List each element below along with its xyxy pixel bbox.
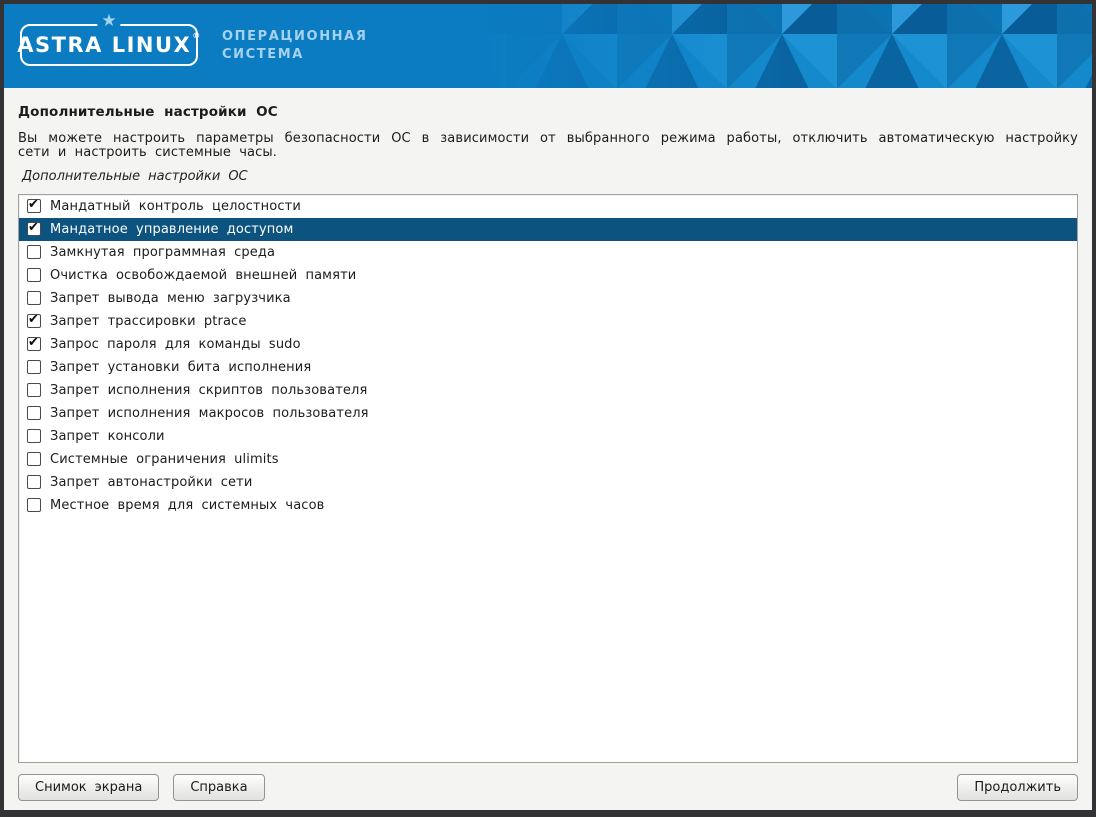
page-description: Вы можете настроить параметры безопаснос… (18, 132, 1078, 161)
option-checkbox[interactable] (27, 452, 41, 466)
option-label: Замкнутая программная среда (50, 245, 275, 260)
option-label: Запрос пароля для команды sudo (50, 337, 301, 352)
option-row[interactable]: Запрет вывода меню загрузчика (19, 287, 1077, 310)
header-banner: ★ ASTRA LINUX® ОПЕРАЦИОННАЯ СИСТЕМА (4, 4, 1092, 88)
options-group-label: Дополнительные настройки ОС (22, 169, 1078, 184)
screenshot-button[interactable]: Снимок экрана (18, 774, 159, 801)
option-checkbox[interactable] (27, 383, 41, 397)
option-row[interactable]: Местное время для системных часов (19, 494, 1077, 517)
option-row[interactable]: Мандатный контроль целостности (19, 195, 1077, 218)
option-checkbox[interactable] (27, 498, 41, 512)
option-checkbox[interactable] (27, 314, 41, 328)
option-row[interactable]: Мандатное управление доступом (19, 218, 1077, 241)
option-checkbox[interactable] (27, 337, 41, 351)
option-row[interactable]: Запрет исполнения скриптов пользователя (19, 379, 1077, 402)
star-icon: ★ (97, 13, 120, 30)
option-label: Местное время для системных часов (50, 498, 324, 513)
option-checkbox[interactable] (27, 475, 41, 489)
logo-text: ASTRA LINUX® (17, 33, 200, 57)
option-checkbox[interactable] (27, 222, 41, 236)
footer-bar: Снимок экрана Справка Продолжить (4, 764, 1092, 810)
option-checkbox[interactable] (27, 268, 41, 282)
page-title: Дополнительные настройки ОС (18, 104, 1078, 120)
option-row[interactable]: Замкнутая программная среда (19, 241, 1077, 264)
option-row[interactable]: Запрет исполнения макросов пользователя (19, 402, 1077, 425)
installer-window: ★ ASTRA LINUX® ОПЕРАЦИОННАЯ СИСТЕМА Допо… (0, 0, 1096, 817)
option-label: Запрет вывода меню загрузчика (50, 291, 291, 306)
brand-caption: ОПЕРАЦИОННАЯ СИСТЕМА (222, 28, 367, 64)
option-label: Мандатный контроль целостности (50, 199, 301, 214)
option-checkbox[interactable] (27, 199, 41, 213)
option-row[interactable]: Очистка освобождаемой внешней памяти (19, 264, 1077, 287)
option-row[interactable]: Запрет консоли (19, 425, 1077, 448)
option-row[interactable]: Системные ограничения ulimits (19, 448, 1077, 471)
continue-button[interactable]: Продолжить (957, 774, 1078, 801)
options-list: Мандатный контроль целостности Мандатное… (18, 194, 1078, 763)
option-label: Системные ограничения ulimits (50, 452, 279, 467)
option-label: Запрет автонастройки сети (50, 475, 252, 490)
option-checkbox[interactable] (27, 360, 41, 374)
option-checkbox[interactable] (27, 291, 41, 305)
option-label: Очистка освобождаемой внешней памяти (50, 268, 356, 283)
help-button[interactable]: Справка (173, 774, 264, 801)
main-content: Дополнительные настройки ОС Вы можете на… (4, 88, 1092, 777)
option-row[interactable]: Запрет трассировки ptrace (19, 310, 1077, 333)
option-checkbox[interactable] (27, 245, 41, 259)
option-row[interactable]: Запрет автонастройки сети (19, 471, 1077, 494)
option-label: Запрет исполнения скриптов пользователя (50, 383, 367, 398)
registered-mark: ® (192, 31, 202, 40)
option-label: Запрет установки бита исполнения (50, 360, 311, 375)
option-row[interactable]: Запрет установки бита исполнения (19, 356, 1077, 379)
astra-linux-logo: ★ ASTRA LINUX® (20, 24, 198, 66)
option-label: Запрет трассировки ptrace (50, 314, 246, 329)
option-row[interactable]: Запрос пароля для команды sudo (19, 333, 1077, 356)
option-label: Запрет консоли (50, 429, 165, 444)
option-label: Мандатное управление доступом (50, 222, 293, 237)
option-label: Запрет исполнения макросов пользователя (50, 406, 369, 421)
option-checkbox[interactable] (27, 429, 41, 443)
option-checkbox[interactable] (27, 406, 41, 420)
